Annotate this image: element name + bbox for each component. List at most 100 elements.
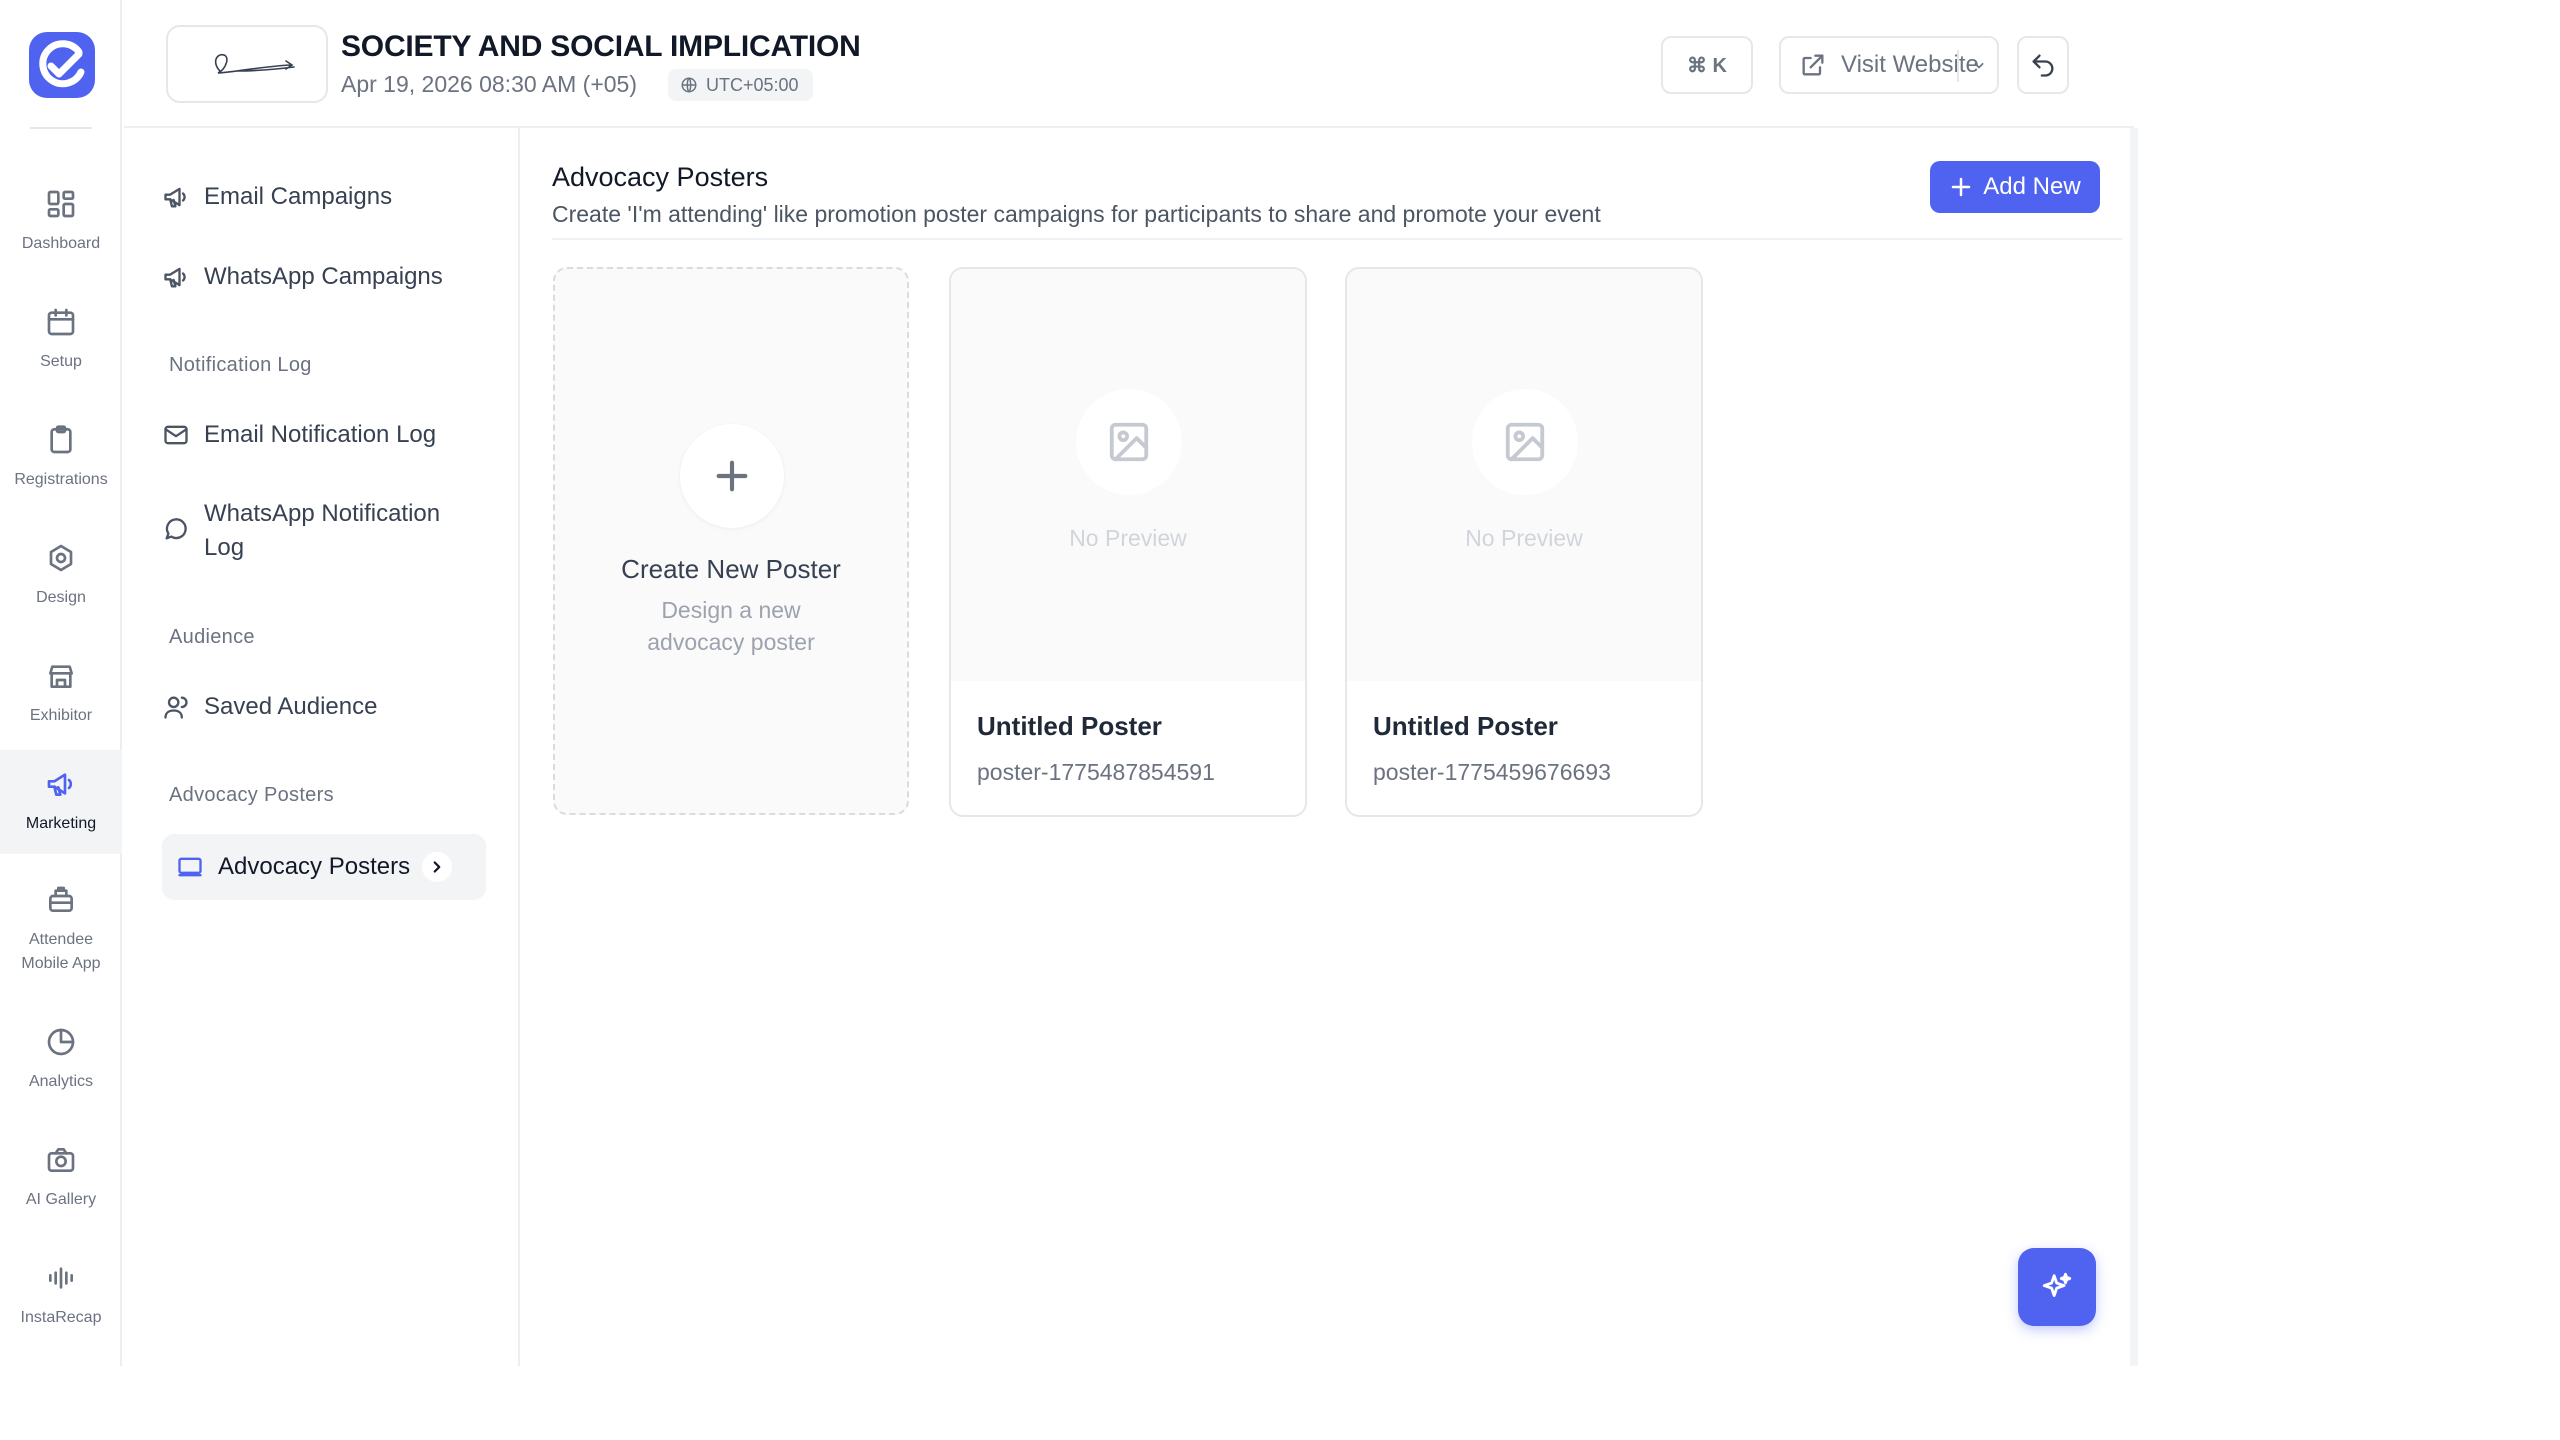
subnav-item-label: Advocacy Posters <box>218 853 411 880</box>
subnav-item-advocacy-posters[interactable]: Advocacy Posters <box>162 834 486 900</box>
rail-item-registrations[interactable]: Registrations <box>0 406 122 510</box>
rail-item-design[interactable]: Design <box>0 524 122 628</box>
page-title: Advocacy Posters <box>552 162 769 192</box>
no-preview-text: No Preview <box>1069 525 1187 551</box>
rail-item-label: Setup <box>40 353 82 370</box>
subnav-item-saved-audience[interactable]: Saved Audience <box>162 690 484 724</box>
app-rail: Dashboard Setup Registrations Design Exh… <box>0 0 122 1366</box>
marketing-subnav: Email Campaigns WhatsApp Campaigns Notif… <box>124 128 520 1366</box>
subnav-item-label: Saved Audience <box>204 693 378 720</box>
subnav-item-email-notification-log[interactable]: Email Notification Log <box>162 418 484 452</box>
timezone-text: UTC+05:00 <box>706 74 799 95</box>
chevron-down-icon[interactable] <box>1969 55 1989 75</box>
rail-item-label: Analytics <box>28 1073 94 1090</box>
subnav-item-whatsapp-notification-log[interactable]: WhatsApp Notification Log <box>162 497 462 565</box>
visit-website-button[interactable]: Visit Website <box>1779 36 1999 94</box>
button-divider <box>1957 50 1959 82</box>
app-icon <box>49 886 73 912</box>
hexagon-gear-icon <box>49 544 73 572</box>
rail-item-attendee-app[interactable]: Attendee Mobile App <box>0 870 122 990</box>
section-audience: Audience <box>169 626 255 648</box>
poster-preview: No Preview <box>951 269 1305 681</box>
calendar-icon <box>47 308 75 336</box>
create-poster-card[interactable]: Create New Poster Design a new advocacy … <box>553 267 909 815</box>
rail-divider <box>30 127 92 129</box>
rail-item-instarecap[interactable]: InstaRecap <box>0 1244 122 1348</box>
chevron-right-icon <box>433 861 441 873</box>
undo-icon <box>2032 54 2054 77</box>
poster-name: Untitled Poster <box>1373 711 1558 741</box>
rail-item-analytics[interactable]: Analytics <box>0 1008 122 1112</box>
rail-item-label: AI Gallery <box>25 1191 97 1208</box>
users-icon <box>164 696 188 719</box>
timezone-badge: UTC+05:00 <box>668 69 813 101</box>
subnav-item-label: Email Campaigns <box>204 183 393 210</box>
mail-icon <box>164 425 188 445</box>
rail-item-setup[interactable]: Setup <box>0 288 122 392</box>
subnav-item-whatsapp-campaigns[interactable]: WhatsApp Campaigns <box>162 260 484 294</box>
poster-card[interactable]: No Preview Untitled Poster poster-177545… <box>1345 267 1703 817</box>
rail-item-dashboard[interactable]: Dashboard <box>0 170 122 274</box>
poster-card[interactable]: No Preview Untitled Poster poster-177548… <box>949 267 1307 817</box>
rail-item-marketing[interactable]: Marketing <box>0 750 122 854</box>
section-notification-log: Notification Log <box>169 354 312 376</box>
add-new-label: Add New <box>1983 173 2081 200</box>
main-content: Advocacy Posters Create 'I'm attending' … <box>522 128 2134 1366</box>
subnav-item-email-campaigns[interactable]: Email Campaigns <box>162 180 484 214</box>
poster-name: Untitled Poster <box>977 711 1162 741</box>
create-poster-title: Create New Poster <box>621 554 841 584</box>
add-new-button[interactable]: Add New <box>1930 161 2100 213</box>
image-placeholder <box>1472 389 1578 495</box>
rail-item-ai-gallery[interactable]: AI Gallery <box>0 1126 122 1230</box>
poster-slug: poster-1775459676693 <box>1373 759 1611 785</box>
image-icon <box>1505 422 1545 462</box>
section-advocacy-posters: Advocacy Posters <box>169 784 334 806</box>
subnav-item-label: WhatsApp Campaigns <box>204 263 443 290</box>
chat-bubble-icon <box>165 518 187 540</box>
image-placeholder <box>1076 389 1182 495</box>
title-divider <box>552 238 2122 240</box>
image-icon <box>1109 422 1149 462</box>
rail-item-exhibitor[interactable]: Exhibitor <box>0 642 122 746</box>
subnav-item-label: WhatsApp Notification Log <box>204 500 441 561</box>
scroll-gutter <box>2130 128 2138 1366</box>
brand-logo[interactable] <box>29 32 95 98</box>
external-link-icon <box>1802 54 1824 76</box>
grid-icon <box>47 190 75 218</box>
rail-item-label: Marketing <box>25 815 97 832</box>
rail-item-label: Registrations <box>14 471 108 488</box>
rail-item-label: Design <box>36 589 86 606</box>
sparkles-icon <box>2042 1272 2072 1297</box>
command-palette-button[interactable]: ⌘ K <box>1661 36 1753 94</box>
monitor-icon <box>178 857 202 877</box>
clipboard-icon <box>50 425 72 454</box>
event-title: SOCIETY AND SOCIAL IMPLICATION <box>341 30 861 63</box>
top-header: SOCIETY AND SOCIAL IMPLICATION Apr 19, 2… <box>124 0 2134 128</box>
plus-icon <box>716 460 748 492</box>
pie-chart-icon <box>47 1028 75 1056</box>
camera-icon <box>47 1148 75 1172</box>
plus-icon <box>1952 177 1971 197</box>
rail-item-label: Dashboard <box>21 235 101 252</box>
poster-slug: poster-1775487854591 <box>977 759 1215 785</box>
chevron-right-button[interactable] <box>422 852 453 882</box>
poster-preview: No Preview <box>1347 269 1701 681</box>
store-icon <box>49 665 73 688</box>
megaphone-icon <box>164 267 186 288</box>
page-subtitle: Create 'I'm attending' like promotion po… <box>552 201 1601 227</box>
rail-item-label: Attendee Mobile App <box>21 931 101 972</box>
megaphone-icon <box>47 773 73 796</box>
audio-wave-icon <box>49 1267 73 1289</box>
undo-button[interactable] <box>2017 36 2069 94</box>
create-poster-description: Design a new advocacy poster <box>647 597 815 655</box>
rail-item-label: Exhibitor <box>29 707 93 724</box>
event-logo[interactable] <box>166 25 328 103</box>
plus-circle <box>680 424 784 528</box>
no-preview-text: No Preview <box>1465 525 1583 551</box>
ai-assistant-button[interactable] <box>2018 1248 2096 1326</box>
signature-logo-icon <box>214 53 295 74</box>
globe-icon <box>681 77 697 93</box>
event-date: Apr 19, 2026 08:30 AM (+05) <box>341 71 638 97</box>
megaphone-icon <box>164 187 186 208</box>
rail-item-label: InstaRecap <box>20 1309 102 1326</box>
